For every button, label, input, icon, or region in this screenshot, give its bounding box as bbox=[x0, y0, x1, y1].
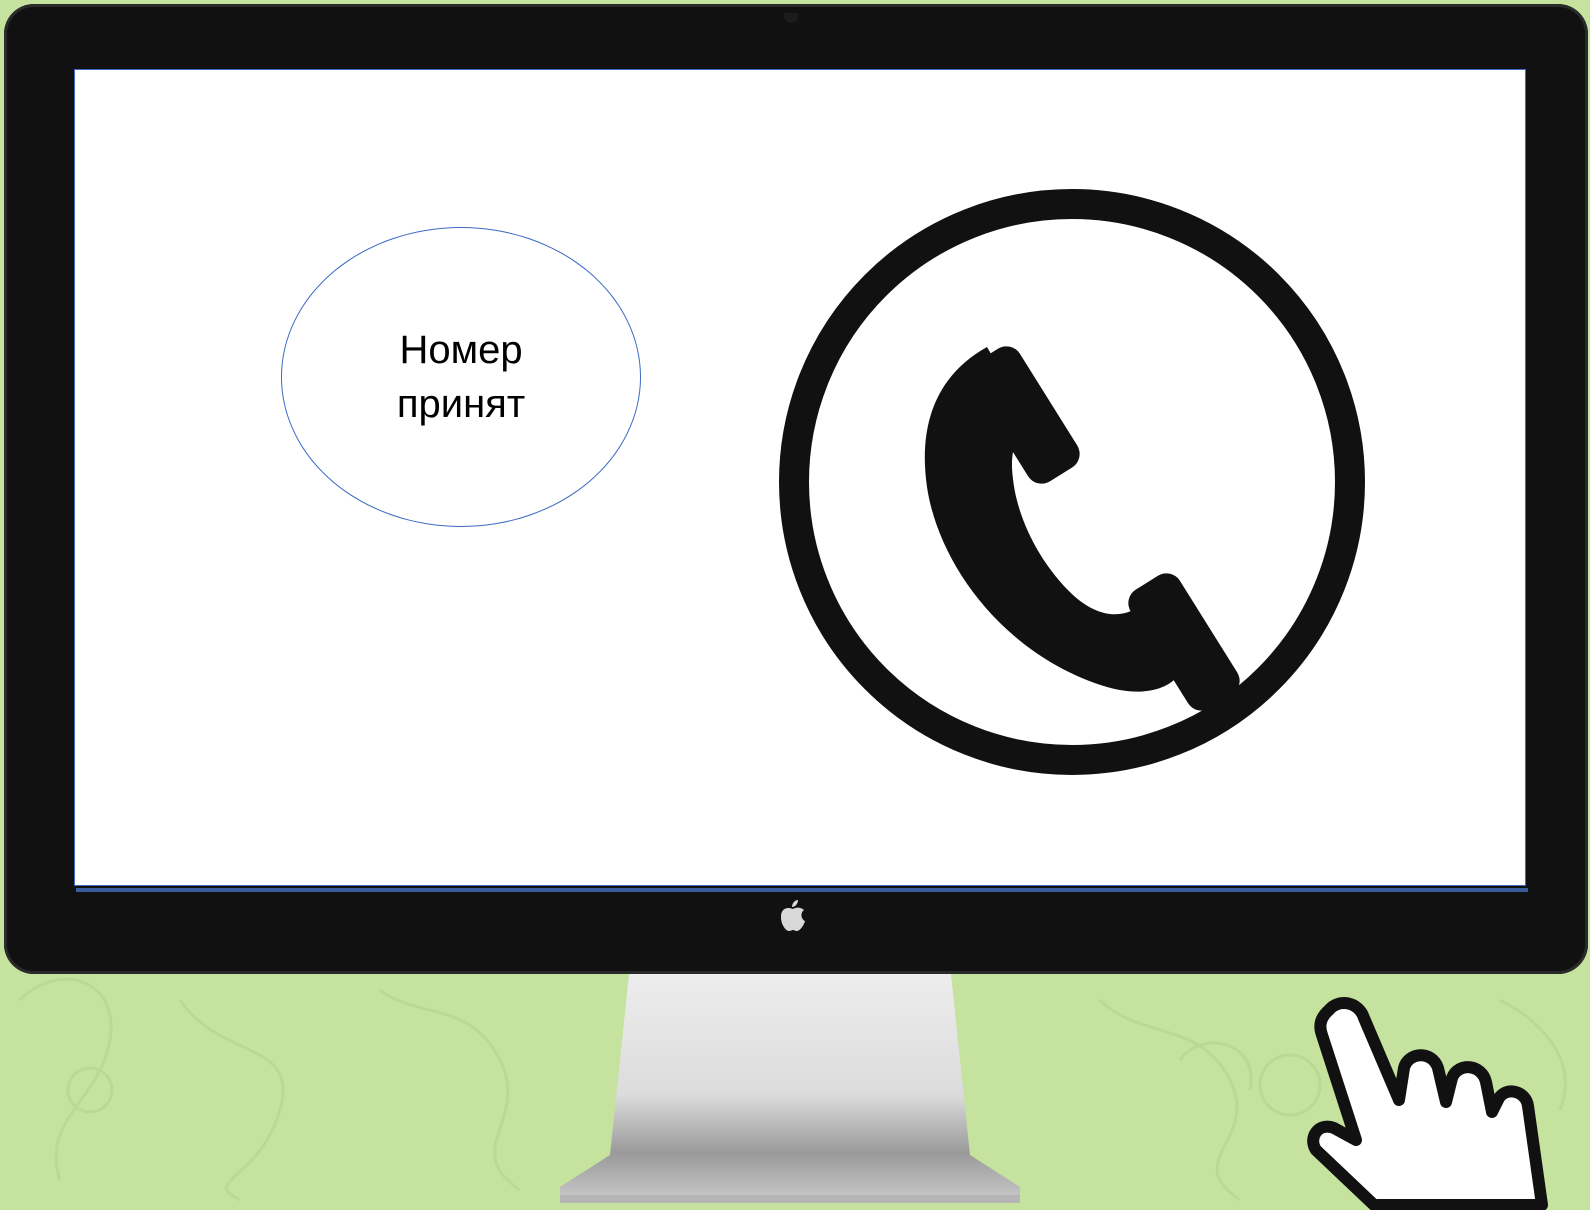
pointing-hand-icon[interactable] bbox=[1304, 990, 1569, 1210]
status-bubble: Номер принят bbox=[281, 227, 641, 527]
monitor-stand bbox=[560, 965, 1020, 1203]
screen-edge bbox=[76, 888, 1528, 892]
status-text: Номер принят bbox=[396, 328, 526, 426]
apple-logo-icon bbox=[781, 900, 805, 931]
phone-handset-circle-icon[interactable] bbox=[777, 187, 1367, 777]
screen: Номер принят bbox=[74, 69, 1526, 886]
